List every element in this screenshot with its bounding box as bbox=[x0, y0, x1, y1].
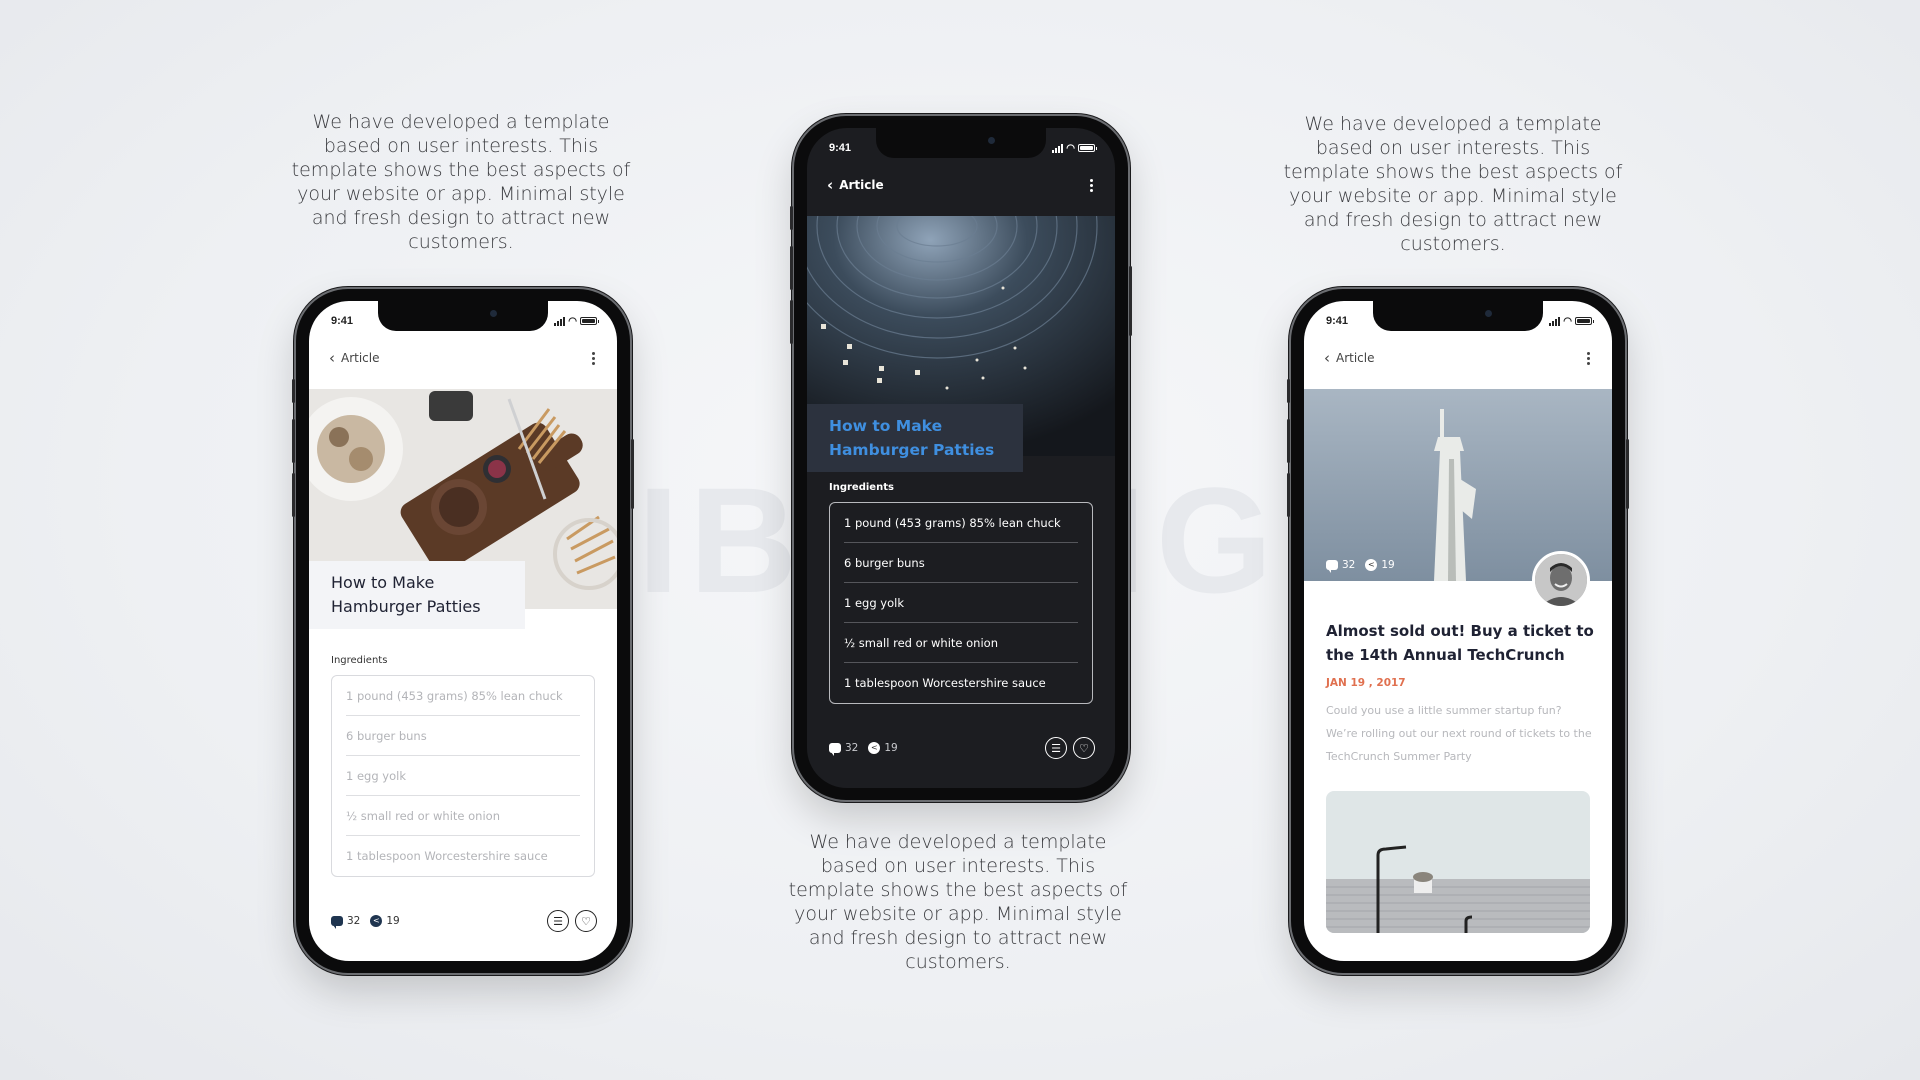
article-footer: 32 < 19 ☰ ♡ bbox=[829, 736, 1095, 760]
heart-icon: ♡ bbox=[581, 914, 591, 928]
article-excerpt: Could you use a little summer startup fu… bbox=[1326, 704, 1592, 763]
comments-count[interactable]: 32 bbox=[331, 915, 360, 929]
notch bbox=[876, 128, 1046, 158]
bookmark-icon: ☰ bbox=[553, 914, 563, 928]
ingredient-item: 6 burger buns bbox=[844, 543, 1078, 583]
secondary-image bbox=[1326, 791, 1590, 933]
share-icon: < bbox=[370, 915, 383, 927]
back-label: Article bbox=[839, 178, 884, 192]
back-label: Article bbox=[1336, 351, 1375, 365]
blurb-right: We have developed a template based on us… bbox=[1283, 113, 1623, 255]
shares-count[interactable]: < 19 bbox=[868, 742, 898, 754]
bookmark-button[interactable]: ☰ bbox=[547, 910, 569, 932]
notch bbox=[1373, 301, 1543, 331]
article-title-card: How to Make Hamburger Patties bbox=[309, 561, 525, 629]
ingredient-item: 1 tablespoon Worcestershire sauce bbox=[844, 676, 1046, 690]
back-label: Article bbox=[341, 351, 380, 365]
battery-icon bbox=[580, 317, 599, 325]
bookmark-icon: ☰ bbox=[1051, 741, 1061, 755]
status-time: 9:41 bbox=[331, 315, 354, 327]
shares-count[interactable]: < 19 bbox=[370, 915, 400, 927]
screen-left: 9:41 ◠ ‹ Article How to Make Hamburger P… bbox=[309, 301, 617, 961]
rooftop-lamppost-photo bbox=[1326, 791, 1590, 933]
battery-icon bbox=[1575, 317, 1594, 325]
screen-right: 9:41 ◠ ‹ Article 32 < 19 Almost sold out… bbox=[1304, 301, 1612, 961]
ingredient-item: 1 egg yolk bbox=[346, 756, 580, 796]
ingredients-list: 1 pound (453 grams) 85% lean chuck 6 bur… bbox=[331, 675, 595, 877]
ingredients-label: Ingredients bbox=[331, 655, 388, 666]
back-button[interactable]: ‹ Article bbox=[329, 348, 380, 367]
ingredient-item: 1 egg yolk bbox=[844, 583, 1078, 623]
article-title[interactable]: Almost sold out! Buy a ticket to the 14t… bbox=[1326, 619, 1594, 667]
phone-center: 9:41 ◠ ‹ Article How to Make Hamburger P… bbox=[790, 116, 1132, 800]
blurb-left: We have developed a template based on us… bbox=[291, 111, 631, 253]
ingredient-item: 1 pound (453 grams) 85% lean chuck bbox=[346, 676, 580, 716]
ingredients-label: Ingredients bbox=[829, 482, 894, 493]
comment-icon bbox=[331, 916, 343, 929]
status-time: 9:41 bbox=[829, 142, 852, 154]
screen-center: 9:41 ◠ ‹ Article How to Make Hamburger P… bbox=[807, 128, 1115, 788]
article-date: JAN 19 , 2017 bbox=[1326, 677, 1406, 689]
chevron-left-icon: ‹ bbox=[827, 175, 834, 194]
comment-icon bbox=[829, 743, 841, 756]
ingredient-item: 1 pound (453 grams) 85% lean chuck bbox=[844, 503, 1078, 543]
ingredient-item: 1 tablespoon Worcestershire sauce bbox=[346, 849, 548, 863]
ingredient-item: ½ small red or white onion bbox=[844, 623, 1078, 663]
heart-icon: ♡ bbox=[1079, 741, 1089, 755]
chevron-left-icon: ‹ bbox=[1324, 348, 1330, 367]
nav-bar: ‹ Article bbox=[827, 174, 1097, 196]
phone-left: 9:41 ◠ ‹ Article How to Make Hamburger P… bbox=[292, 289, 634, 973]
nav-bar: ‹ Article bbox=[329, 347, 599, 369]
wifi-icon: ◠ bbox=[568, 315, 577, 327]
like-button[interactable]: ♡ bbox=[1073, 737, 1095, 759]
bookmark-button[interactable]: ☰ bbox=[1045, 737, 1067, 759]
wifi-icon: ◠ bbox=[1563, 315, 1572, 327]
ingredient-item: 6 burger buns bbox=[346, 716, 580, 756]
hero-stats: 32 < 19 bbox=[1326, 559, 1395, 573]
more-options-icon[interactable] bbox=[1583, 350, 1594, 367]
notch bbox=[378, 301, 548, 331]
back-button[interactable]: ‹ Article bbox=[827, 175, 884, 194]
like-button[interactable]: ♡ bbox=[575, 910, 597, 932]
share-icon: < bbox=[1365, 559, 1378, 571]
wifi-icon: ◠ bbox=[1066, 142, 1075, 154]
comments-count[interactable]: 32 bbox=[829, 742, 858, 756]
avatar-photo bbox=[1535, 554, 1587, 606]
share-icon: < bbox=[868, 742, 881, 754]
article-footer: 32 < 19 ☰ ♡ bbox=[331, 909, 597, 933]
nav-bar: ‹ Article bbox=[1324, 347, 1594, 369]
shares-count[interactable]: < 19 bbox=[1365, 559, 1395, 571]
chevron-left-icon: ‹ bbox=[329, 348, 335, 367]
comment-icon bbox=[1326, 560, 1338, 573]
article-title: How to Make Hamburger Patties bbox=[331, 573, 481, 616]
blurb-center: We have developed a template based on us… bbox=[788, 831, 1128, 973]
battery-icon bbox=[1078, 144, 1097, 152]
article-title-card: How to Make Hamburger Patties bbox=[807, 404, 1023, 472]
signal-icon bbox=[554, 316, 566, 326]
signal-icon bbox=[1052, 143, 1064, 153]
comments-count[interactable]: 32 bbox=[1326, 559, 1355, 573]
signal-icon bbox=[1549, 316, 1561, 326]
back-button[interactable]: ‹ Article bbox=[1324, 348, 1375, 367]
ingredient-item: ½ small red or white onion bbox=[346, 796, 580, 836]
ingredients-list: 1 pound (453 grams) 85% lean chuck 6 bur… bbox=[829, 502, 1093, 704]
article-title: How to Make Hamburger Patties bbox=[829, 417, 995, 459]
phone-right: 9:41 ◠ ‹ Article 32 < 19 Almost sold out… bbox=[1287, 289, 1629, 973]
more-options-icon[interactable] bbox=[588, 350, 599, 367]
author-avatar[interactable] bbox=[1532, 551, 1590, 609]
status-time: 9:41 bbox=[1326, 315, 1349, 327]
more-options-icon[interactable] bbox=[1086, 177, 1097, 194]
